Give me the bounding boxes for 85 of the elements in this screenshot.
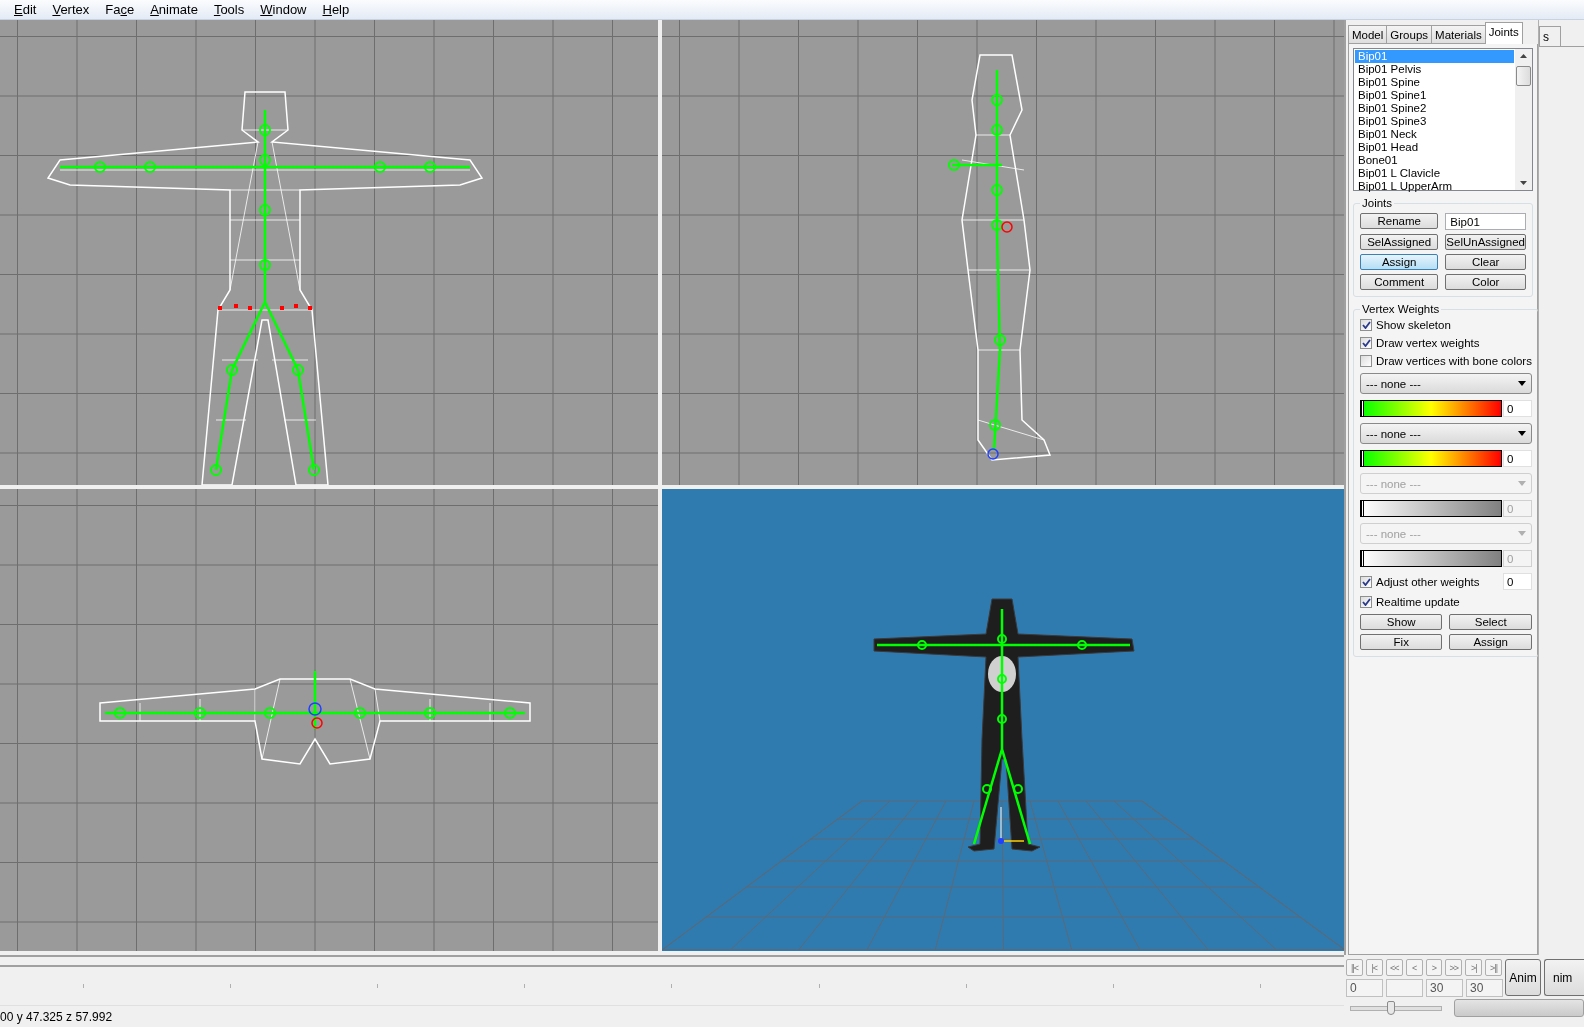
group-title: Vertex Weights — [1361, 303, 1441, 315]
playback-button[interactable]: >> — [1445, 959, 1463, 976]
scroll-down-icon[interactable] — [1520, 181, 1527, 185]
checkbox[interactable] — [1360, 575, 1372, 588]
frame-field[interactable] — [1386, 979, 1423, 997]
list-item[interactable]: Bip01 Spine2 — [1355, 102, 1514, 115]
list-item[interactable]: Bone01 — [1355, 154, 1514, 167]
list-item[interactable]: Bip01 L Clavicle — [1355, 167, 1514, 180]
dropdown-arrow-icon — [1517, 381, 1526, 386]
weight-marker[interactable] — [1361, 451, 1364, 466]
dropdown-arrow-icon — [1517, 531, 1526, 536]
joint-dropdown[interactable]: --- none --- — [1360, 423, 1532, 444]
adjust-weight-field[interactable]: 0 — [1502, 573, 1532, 590]
list-item[interactable]: Bip01 Spine1 — [1355, 89, 1514, 102]
checkbox[interactable] — [1360, 596, 1372, 608]
joint-dropdown[interactable]: --- none --- — [1360, 373, 1532, 394]
weight-marker[interactable] — [1361, 401, 1364, 416]
playback-button[interactable]: > — [1425, 959, 1443, 976]
status-text: 00 y 47.325 z 57.992 — [0, 1009, 113, 1024]
list-item[interactable]: Bip01 Pelvis — [1355, 63, 1514, 76]
joint-button[interactable]: Assign — [1360, 254, 1439, 270]
weight-gradient-bar[interactable] — [1360, 550, 1502, 567]
list-item[interactable]: Bip01 Head — [1355, 141, 1514, 154]
checkbox[interactable] — [1360, 355, 1372, 367]
joints-list[interactable]: Bip01 Bip01 Pelvis Bip01 Spine Bip01 Spine1 Bip01 Spine2 Bip01 Spine3 Bip01 Neck Bip01 Head Bone01 Bip01 L Clavicle Bip01 L UpperArm — [1353, 48, 1533, 191]
playback-button[interactable]: |< — [1365, 959, 1383, 976]
checkbox-label: Show skeleton — [1376, 319, 1451, 331]
checkbox[interactable] — [1360, 319, 1372, 331]
playback-button[interactable]: >| — [1465, 959, 1483, 976]
checkbox[interactable] — [1360, 337, 1372, 349]
playback-button[interactable]: << — [1385, 959, 1403, 976]
list-item[interactable]: Bip01 L UpperArm — [1355, 180, 1514, 193]
list-item[interactable]: Bip01 Spine3 — [1355, 115, 1514, 128]
perspective-viewport[interactable] — [662, 489, 1344, 951]
joint-button[interactable]: Clear — [1445, 254, 1526, 270]
tab[interactable]: Materials — [1431, 25, 1486, 44]
joint-button[interactable]: Color — [1445, 274, 1526, 290]
checkbox-label: Adjust other weights — [1376, 575, 1480, 588]
tab[interactable]: Model — [1348, 25, 1388, 44]
weight-field[interactable]: 0 — [1502, 400, 1532, 417]
checkbox-label: Realtime update — [1376, 596, 1460, 608]
playback-button[interactable]: >|| — [1485, 959, 1502, 976]
joint-button[interactable]: Comment — [1360, 274, 1439, 290]
tab[interactable]: Groups — [1386, 25, 1433, 44]
weight-button[interactable]: Assign — [1449, 634, 1532, 650]
menu-item[interactable]: Tools — [205, 2, 253, 17]
menu-item[interactable]: Animate — [142, 2, 206, 17]
menu-item[interactable]: Vertex — [44, 2, 98, 17]
group-title: Joints — [1361, 197, 1394, 209]
joint-button[interactable]: SelUnAssigned — [1445, 234, 1526, 250]
playback-button[interactable]: < — [1405, 959, 1423, 976]
weight-gradient-bar[interactable] — [1360, 500, 1502, 517]
weight-button[interactable]: Select — [1449, 614, 1532, 630]
weight-gradient-bar[interactable] — [1360, 400, 1502, 417]
playback-button[interactable]: ||< — [1346, 959, 1363, 976]
menu-item[interactable]: Window — [252, 2, 315, 17]
axis-gizmo-icon — [998, 806, 1025, 844]
menu-item[interactable]: Face — [97, 2, 143, 17]
checkbox-label: Draw vertices with bone colors — [1376, 355, 1532, 367]
scroll-up-icon[interactable] — [1520, 54, 1527, 58]
weight-field[interactable]: 0 — [1502, 450, 1532, 467]
checkbox-label: Draw vertex weights — [1376, 337, 1480, 349]
frame-slider[interactable] — [1350, 1000, 1442, 1016]
anim-button[interactable]: Anim — [1505, 959, 1541, 996]
menu-item[interactable]: Help — [314, 2, 358, 17]
joint-name-field[interactable]: Bip01 — [1445, 213, 1526, 230]
dropdown-arrow-icon — [1517, 481, 1526, 486]
frame-field[interactable]: 30 — [1466, 979, 1503, 997]
rename-button[interactable]: Rename — [1360, 213, 1439, 229]
joint-button[interactable]: SelAssigned — [1360, 234, 1439, 250]
tab[interactable]: Joints — [1484, 22, 1523, 44]
scroll-thumb[interactable] — [1516, 66, 1531, 86]
list-item[interactable]: Bip01 Neck — [1355, 128, 1514, 141]
frame-field[interactable]: 30 — [1426, 979, 1463, 997]
weight-gradient-bar[interactable] — [1360, 450, 1502, 467]
anim-button[interactable]: nim — [1544, 959, 1584, 996]
weight-button[interactable]: Show — [1360, 614, 1443, 630]
frame-field[interactable]: 0 — [1346, 979, 1383, 997]
slider-thumb[interactable] — [1387, 1001, 1396, 1015]
list-item[interactable]: Bip01 Spine — [1355, 76, 1514, 89]
tab[interactable]: s — [1539, 26, 1561, 46]
dropdown-arrow-icon — [1517, 431, 1526, 436]
menu-item[interactable]: Edit — [6, 2, 45, 17]
weight-button[interactable]: Fix — [1360, 634, 1443, 650]
scrollbar[interactable] — [1515, 49, 1532, 190]
